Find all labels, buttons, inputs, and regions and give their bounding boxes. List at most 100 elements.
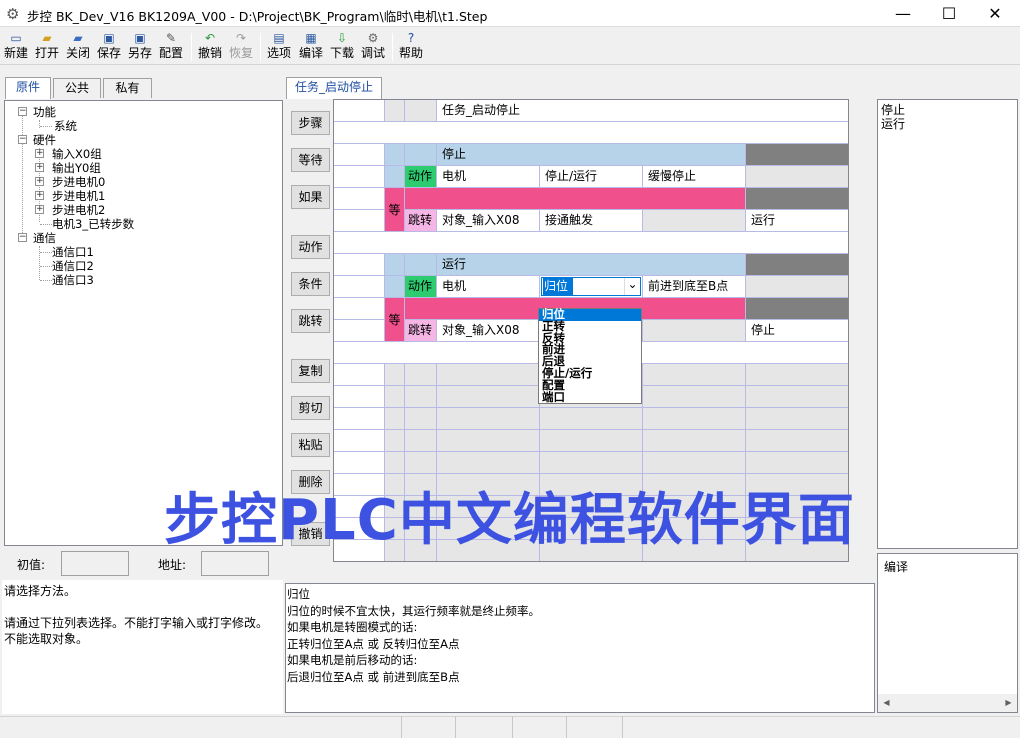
- grid-cell: [437, 430, 540, 452]
- left-help-panel: 请选择方法。 请通过下拉列表选择。不能打字输入或打字修改。 不能选取对象。: [2, 580, 283, 714]
- step-list-item[interactable]: 运行: [881, 117, 905, 131]
- condition-object-cell[interactable]: 对象_输入X08: [437, 210, 540, 232]
- horizontal-scrollbar[interactable]: ◀ ▶: [878, 694, 1017, 712]
- options-button[interactable]: ▤ 选项: [265, 30, 293, 64]
- copy-button[interactable]: 复制: [291, 359, 330, 383]
- status-divider: [455, 716, 456, 738]
- init-value-field[interactable]: [61, 551, 129, 576]
- options-icon: ▤: [273, 31, 285, 45]
- minimize-button[interactable]: —: [880, 0, 926, 27]
- redo-button[interactable]: ↷ 恢复: [227, 30, 255, 64]
- grid-cell: [334, 100, 385, 122]
- grid-cell: [405, 364, 437, 386]
- grid-cell: [334, 122, 848, 144]
- close-file-button[interactable]: ▰ 关闭: [64, 30, 92, 64]
- save-as-button[interactable]: ▣ 另存: [126, 30, 154, 64]
- collapse-icon[interactable]: −: [18, 233, 27, 242]
- jump-button[interactable]: 跳转: [291, 309, 330, 333]
- tree-item-port-3[interactable]: 通信口3: [52, 273, 94, 287]
- grid-cell: [643, 364, 746, 386]
- help-line: 后退归位至A点 或 前进到底至B点: [287, 669, 460, 684]
- tree-item-port-1[interactable]: 通信口1: [52, 245, 94, 259]
- undo-button[interactable]: ↶ 撤销: [196, 30, 224, 64]
- jump-target-cell[interactable]: 运行: [746, 210, 848, 232]
- chevron-down-icon[interactable]: ⌄: [624, 278, 640, 295]
- download-button[interactable]: ⇩ 下载: [328, 30, 356, 64]
- wait-button[interactable]: 等待: [291, 148, 330, 172]
- expand-icon[interactable]: +: [35, 149, 44, 158]
- tree-item-motor3-steps[interactable]: 电机3_已转步数: [52, 217, 134, 231]
- tree-item-port-2[interactable]: 通信口2: [52, 259, 94, 273]
- grid-cell: [643, 430, 746, 452]
- condition-object-cell[interactable]: 对象_输入X08: [437, 320, 540, 342]
- help-text-line: 请通过下拉列表选择。不能打字输入或打字修改。: [4, 616, 269, 630]
- scroll-left-icon[interactable]: ◀: [878, 694, 895, 711]
- tree-item-input-x0[interactable]: 输入X0组: [52, 147, 102, 161]
- window-title: 步控 BK_Dev_V16 BK1209A_V00 - D:\Project\B…: [27, 9, 488, 24]
- grid-cell: [437, 452, 540, 474]
- dropdown-option[interactable]: 端口: [539, 391, 641, 404]
- grid-cell: [405, 430, 437, 452]
- save-button[interactable]: ▣ 保存: [95, 30, 123, 64]
- if-button[interactable]: 如果: [291, 185, 330, 209]
- expand-icon[interactable]: +: [35, 205, 44, 214]
- action-tag: 动作: [405, 166, 437, 188]
- method-dropdown-list[interactable]: 归位 正转 反转 前进 后退 停止/运行 配置 端口: [538, 308, 642, 404]
- cut-button[interactable]: 剪切: [291, 396, 330, 420]
- action-method-cell[interactable]: 停止/运行: [540, 166, 643, 188]
- combo-selected-value: 归位: [543, 278, 573, 295]
- step-list-item[interactable]: 停止: [881, 103, 905, 117]
- action-param-cell[interactable]: 前进到底至B点: [643, 276, 746, 298]
- step-name-stop[interactable]: 停止: [437, 144, 746, 166]
- action-param-cell[interactable]: 缓慢停止: [643, 166, 746, 188]
- tree-item-system[interactable]: 系统: [54, 119, 77, 133]
- action-button[interactable]: 动作: [291, 235, 330, 259]
- open-button[interactable]: ▰ 打开: [33, 30, 61, 64]
- jump-target-cell[interactable]: 停止: [746, 320, 848, 342]
- new-file-icon: ▭: [10, 31, 22, 45]
- help-line: 归位: [287, 587, 310, 601]
- expand-icon[interactable]: +: [35, 163, 44, 172]
- tree-item-stepper-2[interactable]: 步进电机2: [52, 203, 105, 217]
- grid-cell: [643, 210, 746, 232]
- collapse-icon[interactable]: −: [18, 107, 27, 116]
- close-button[interactable]: ✕: [972, 0, 1018, 27]
- jump-tag: 跳转: [405, 320, 437, 342]
- help-icon: ?: [407, 31, 415, 45]
- step-name-run[interactable]: 运行: [437, 254, 746, 276]
- condition-button[interactable]: 条件: [291, 272, 330, 296]
- scroll-right-icon[interactable]: ▶: [1000, 694, 1017, 711]
- task-name-cell[interactable]: 任务_启动停止: [437, 100, 848, 122]
- grid-cell: [405, 408, 437, 430]
- help-button[interactable]: ? 帮助: [397, 30, 425, 64]
- tree-item-comm[interactable]: 通信: [33, 231, 56, 245]
- action-object-cell[interactable]: 电机: [437, 166, 540, 188]
- tree-item-function[interactable]: 功能: [33, 105, 56, 119]
- expand-icon[interactable]: +: [35, 177, 44, 186]
- grid-cell: [385, 144, 405, 166]
- tree-item-stepper-1[interactable]: 步进电机1: [52, 189, 105, 203]
- tree-item-hardware[interactable]: 硬件: [33, 133, 56, 147]
- help-text-line: 请选择方法。: [4, 584, 77, 598]
- tab-components[interactable]: 原件: [5, 77, 51, 99]
- expand-icon[interactable]: +: [35, 191, 44, 200]
- tree-item-output-y0[interactable]: 输出Y0组: [52, 161, 101, 175]
- action-object-cell[interactable]: 电机: [437, 276, 540, 298]
- grid-cell: [746, 144, 848, 166]
- paste-button[interactable]: 粘贴: [291, 433, 330, 457]
- debug-button[interactable]: ⚙ 调试: [359, 30, 387, 64]
- tab-public[interactable]: 公共: [53, 78, 101, 98]
- step-button[interactable]: 步骤: [291, 111, 330, 135]
- condition-cell[interactable]: 接通触发: [540, 210, 643, 232]
- init-value-label: 初值:: [17, 558, 46, 572]
- status-divider: [512, 716, 513, 738]
- tab-private[interactable]: 私有: [103, 78, 152, 98]
- maximize-button[interactable]: ☐: [926, 0, 972, 27]
- config-button[interactable]: ✎ 配置: [157, 30, 185, 64]
- collapse-icon[interactable]: −: [18, 135, 27, 144]
- new-button[interactable]: ▭ 新建: [3, 30, 29, 64]
- tab-task-start-stop[interactable]: 任务_启动停止: [286, 77, 382, 99]
- method-combo[interactable]: 归位 ⌄: [540, 276, 643, 298]
- compile-button[interactable]: ▦ 编译: [297, 30, 325, 64]
- tree-item-stepper-0[interactable]: 步进电机0: [52, 175, 105, 189]
